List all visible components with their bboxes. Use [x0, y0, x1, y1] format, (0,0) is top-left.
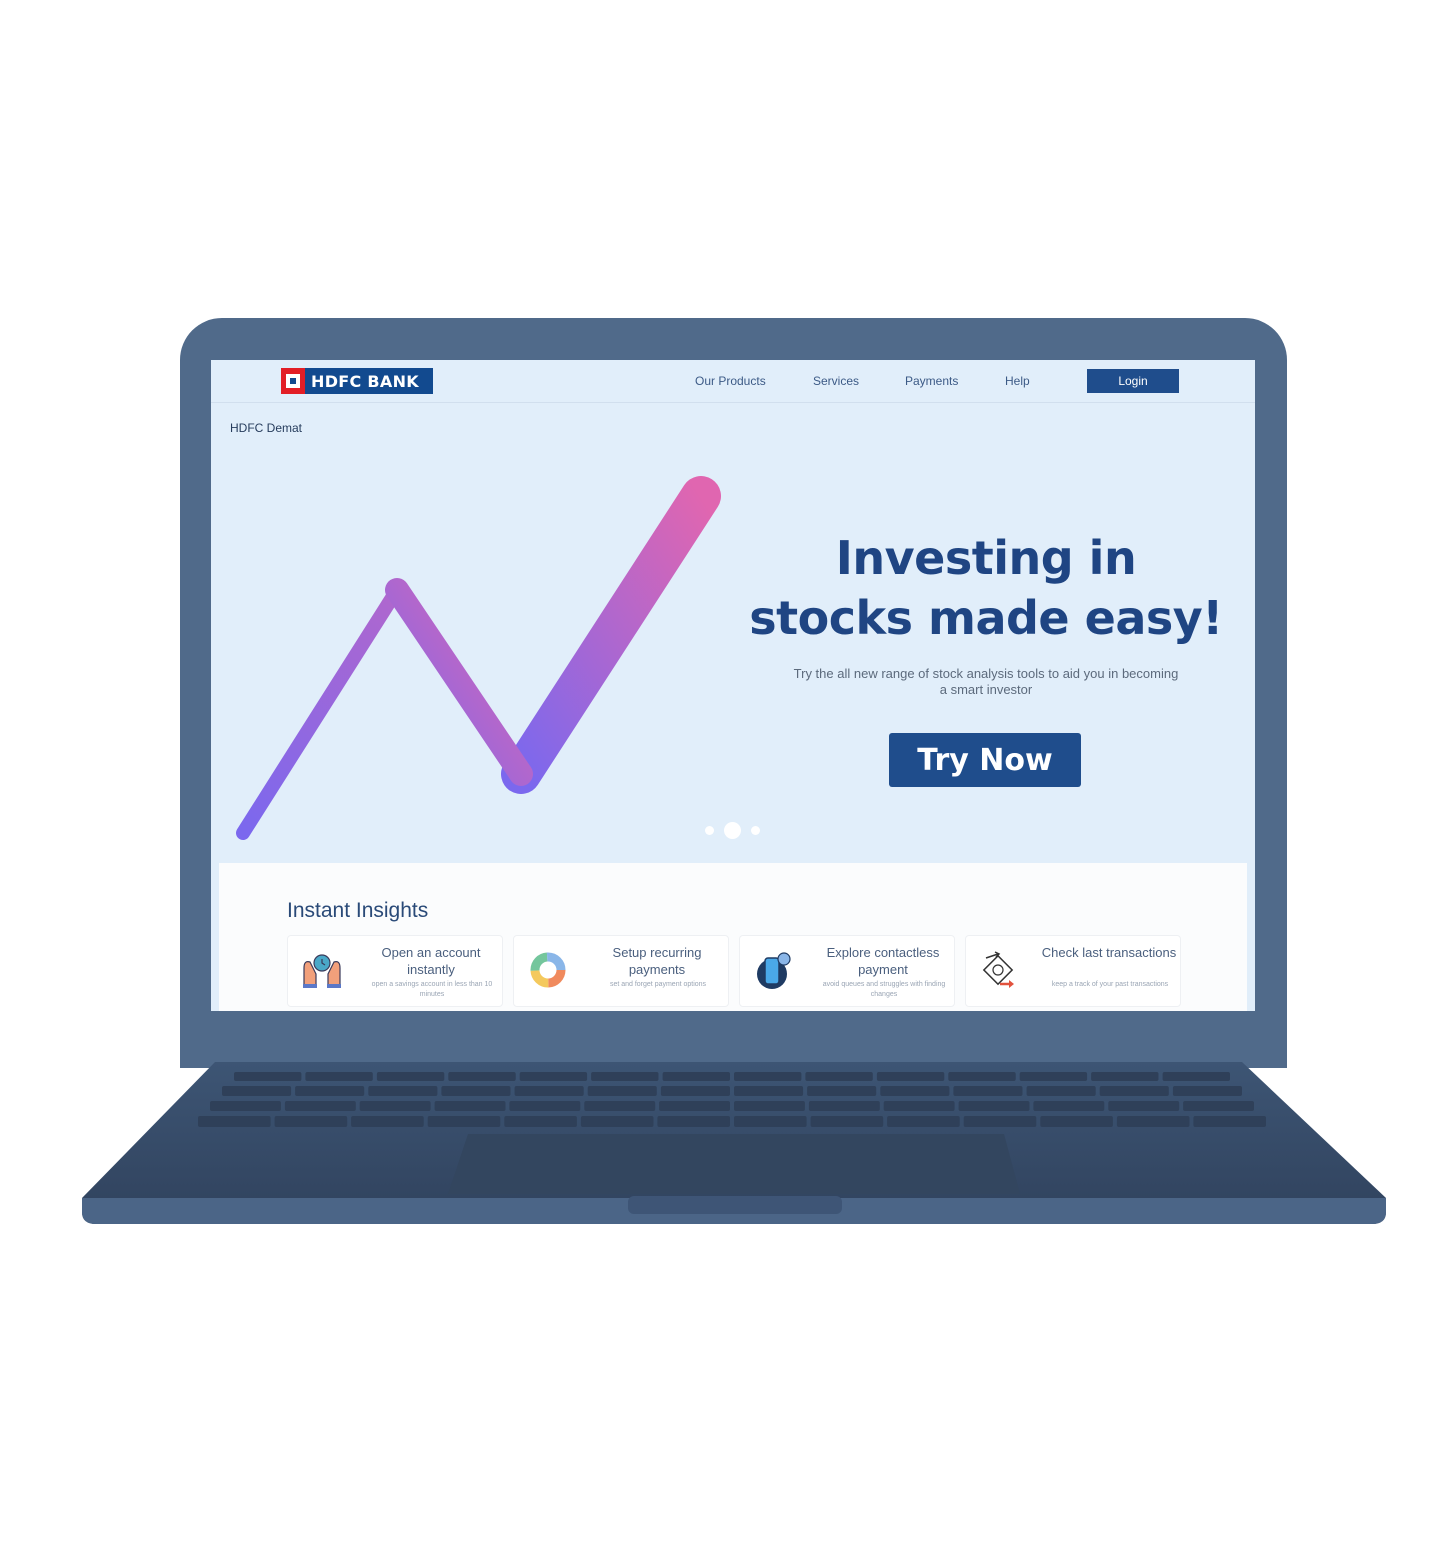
- nav-payments[interactable]: Payments: [905, 374, 958, 388]
- keyboard-key: [887, 1116, 960, 1127]
- brand-name: HDFC BANK: [311, 371, 419, 391]
- keyboard-key: [948, 1072, 1016, 1081]
- keyboard-key: [441, 1086, 511, 1096]
- keyboard-key: [1099, 1086, 1169, 1096]
- keyboard-key: [519, 1072, 588, 1081]
- keyboard-key: [662, 1072, 730, 1081]
- keyboard-key: [222, 1086, 292, 1096]
- keyboard-key: [1033, 1101, 1105, 1111]
- insight-card-open-account[interactable]: Open an account instantly open a savings…: [287, 935, 503, 1007]
- keyboard-key: [434, 1101, 506, 1111]
- keyboard-key: [1040, 1116, 1113, 1127]
- keyboard-key: [963, 1116, 1037, 1127]
- hands-clock-icon: [303, 954, 341, 988]
- keyboard-key: [448, 1072, 516, 1081]
- keyboard-key: [376, 1072, 445, 1081]
- keyboard-key: [295, 1086, 365, 1096]
- carousel-dots: [703, 821, 763, 839]
- card-description: set and forget payment options: [609, 981, 707, 988]
- insight-card-recurring-payments[interactable]: Setup recurring payments set and forget …: [513, 935, 729, 1007]
- navbar: HDFC BANK Our Products Services Payments…: [211, 360, 1255, 403]
- hero-subtitle: Try the all new range of stock analysis …: [793, 666, 1179, 697]
- card-description: avoid queues and struggles with finding …: [822, 981, 946, 998]
- donut-chart-icon: [530, 952, 566, 988]
- carousel-dot-2[interactable]: [724, 822, 741, 839]
- hdfc-logo-icon: [281, 368, 305, 394]
- card-description: keep a track of your past transactions: [1051, 981, 1169, 988]
- keyboard-key: [734, 1086, 804, 1096]
- screen: HDFC BANK Our Products Services Payments…: [211, 360, 1255, 1011]
- keyboard-key: [1183, 1101, 1254, 1111]
- keyboard-key: [660, 1086, 730, 1096]
- carousel-dot-1[interactable]: [705, 826, 714, 835]
- keyboard-key: [514, 1086, 584, 1096]
- keyboard-key: [580, 1116, 654, 1127]
- keyboard-key: [1162, 1072, 1230, 1081]
- keyboard-key: [509, 1101, 581, 1111]
- keyboard-key: [584, 1101, 656, 1111]
- money-transfer-icon: [982, 951, 1014, 988]
- keyboard-key: [1193, 1116, 1266, 1127]
- card-description: open a savings account in less than 10 m…: [371, 981, 493, 998]
- keyboard-key: [734, 1116, 807, 1127]
- keyboard-key: [368, 1086, 438, 1096]
- keyboard-key: [274, 1116, 348, 1127]
- keyboard-key: [807, 1086, 877, 1096]
- keyboard-key: [883, 1101, 955, 1111]
- nav-services[interactable]: Services: [813, 374, 859, 388]
- breadcrumb[interactable]: HDFC Demat: [230, 421, 302, 435]
- keyboard-key: [810, 1116, 884, 1127]
- hdfc-logo[interactable]: HDFC BANK: [281, 368, 433, 394]
- keyboard-key: [284, 1101, 356, 1111]
- carousel-dot-3[interactable]: [751, 826, 760, 835]
- keyboard-key: [734, 1072, 802, 1081]
- keyboard-key: [876, 1072, 945, 1081]
- card-title: Setup recurring payments: [612, 945, 702, 977]
- card-title: Open an account instantly: [381, 945, 481, 977]
- insights-section: Instant Insights Open an account instant…: [219, 863, 1247, 1011]
- nav-our-products[interactable]: Our Products: [695, 374, 766, 388]
- insight-card-transactions[interactable]: Check last transactions keep a track of …: [965, 935, 1181, 1007]
- keyboard-key: [504, 1116, 577, 1127]
- keyboard-key: [1172, 1086, 1242, 1096]
- trend-line-graphic: [236, 476, 721, 840]
- keyboard-key: [659, 1101, 730, 1111]
- keyboard-key: [657, 1116, 730, 1127]
- keyboard-key: [1108, 1101, 1180, 1111]
- keyboard-key: [234, 1072, 302, 1081]
- keyboard-key: [1116, 1116, 1190, 1127]
- keyboard-key: [427, 1116, 501, 1127]
- keyboard-key: [953, 1086, 1023, 1096]
- keyboard-key: [198, 1116, 271, 1127]
- keyboard-key: [805, 1072, 873, 1081]
- keyboard-key: [1091, 1072, 1159, 1081]
- insight-card-contactless[interactable]: Explore contactless payment avoid queues…: [739, 935, 955, 1007]
- keyboard-key: [591, 1072, 659, 1081]
- phone-payment-icon: [757, 952, 791, 989]
- keyboard-key: [587, 1086, 657, 1096]
- keyboard-key: [305, 1072, 373, 1081]
- card-title: Check last transactions: [1041, 945, 1177, 960]
- keyboard-key: [351, 1116, 424, 1127]
- nav-help[interactable]: Help: [1005, 374, 1030, 388]
- keyboard-key: [880, 1086, 950, 1096]
- keyboard-key: [1019, 1072, 1088, 1081]
- insights-title: Instant Insights: [287, 899, 429, 922]
- keyboard-key: [210, 1101, 281, 1111]
- keyboard-key: [359, 1101, 431, 1111]
- keyboard-key: [958, 1101, 1030, 1111]
- hero-title-line2: stocks made easy!: [749, 591, 1223, 645]
- hero-title-line1: Investing in: [835, 531, 1137, 585]
- card-title: Explore contactless payment: [826, 945, 940, 977]
- try-now-button[interactable]: Try Now: [889, 733, 1081, 787]
- login-button[interactable]: Login: [1087, 369, 1179, 393]
- keyboard-key: [734, 1101, 805, 1111]
- hero-title: Investing in stocks made easy!: [731, 528, 1241, 648]
- keyboard-key: [1026, 1086, 1096, 1096]
- keyboard-key: [808, 1101, 880, 1111]
